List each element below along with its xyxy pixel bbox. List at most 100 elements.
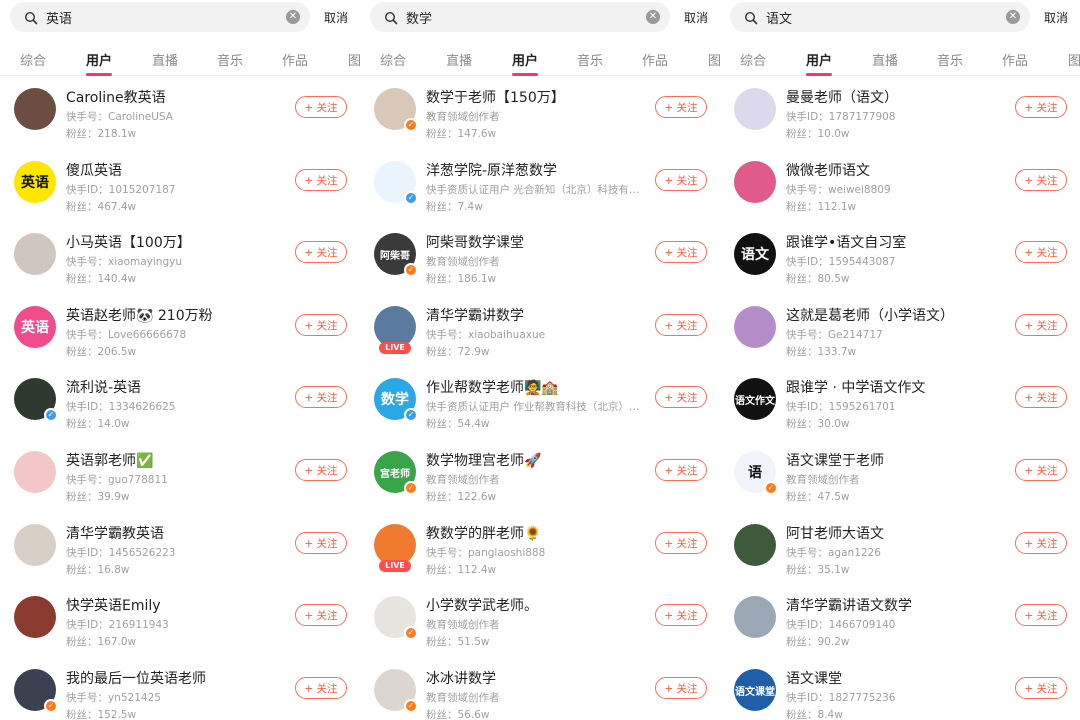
tab-4[interactable]: 音乐 xyxy=(217,50,243,69)
follow-button[interactable]: + 关注 xyxy=(655,532,707,554)
follow-button[interactable]: + 关注 xyxy=(295,459,347,481)
user-row[interactable]: 阿柴哥 ✓ 阿柴哥数学课堂 教育领域创作者 粉丝：186.1w + 关注 xyxy=(360,221,720,293)
tab-4[interactable]: 音乐 xyxy=(937,50,963,69)
avatar[interactable]: 语文 xyxy=(734,233,776,275)
user-name[interactable]: 清华学霸讲语文数学 xyxy=(786,595,912,615)
tab-1[interactable]: 综合 xyxy=(20,50,46,69)
user-name[interactable]: 英语郭老师✅ xyxy=(66,450,153,470)
user-name[interactable]: 小马英语【100万】 xyxy=(66,232,191,252)
follow-button[interactable]: + 关注 xyxy=(655,459,707,481)
user-row[interactable]: 微微老师语文 快手号：weiwei8809 粉丝：112.1w + 关注 xyxy=(720,149,1080,221)
user-row[interactable]: ✓ 我的最后一位英语老师 快手号：yn521425 粉丝：152.5w + 关注 xyxy=(0,657,360,720)
tab-5[interactable]: 作品 xyxy=(642,50,668,69)
user-name[interactable]: 语文课堂 xyxy=(786,668,842,688)
user-name[interactable]: 傻瓜英语 xyxy=(66,160,122,180)
avatar[interactable] xyxy=(14,88,56,130)
follow-button[interactable]: + 关注 xyxy=(655,677,707,699)
avatar[interactable] xyxy=(14,233,56,275)
cancel-button[interactable]: 取消 xyxy=(684,9,708,26)
user-row[interactable]: 小马英语【100万】 快手号：xiaomayingyu 粉丝：140.4w + 关注 xyxy=(0,221,360,293)
user-name[interactable]: 小学数学武老师。 xyxy=(426,595,538,615)
user-row[interactable]: 英语郭老师✅ 快手号：guo778811 粉丝：39.9w + 关注 xyxy=(0,439,360,511)
user-name[interactable]: 快学英语Emily xyxy=(66,595,161,615)
user-name[interactable]: 阿柴哥数学课堂 xyxy=(426,232,524,252)
follow-button[interactable]: + 关注 xyxy=(1015,386,1067,408)
user-row[interactable]: ✓ 小学数学武老师。 教育领域创作者 粉丝：51.5w + 关注 xyxy=(360,584,720,656)
cancel-button[interactable]: 取消 xyxy=(324,9,348,26)
user-name[interactable]: 这就是葛老师（小学语文） xyxy=(786,305,954,325)
avatar[interactable] xyxy=(14,451,56,493)
avatar[interactable]: 语文课堂 xyxy=(734,669,776,711)
avatar[interactable] xyxy=(734,88,776,130)
user-row[interactable]: ✓ 洋葱学院-原洋葱数学 快手资质认证用户 光合新知（北京）科技有… 粉丝：7.4w +… xyxy=(360,149,720,221)
follow-button[interactable]: + 关注 xyxy=(295,677,347,699)
user-name[interactable]: 洋葱学院-原洋葱数学 xyxy=(426,160,557,180)
tab-2[interactable]: 用户 xyxy=(86,50,112,69)
follow-button[interactable]: + 关注 xyxy=(655,241,707,263)
user-row[interactable]: 清华学霸教英语 快手ID：1456526223 粉丝：16.8w + 关注 xyxy=(0,512,360,584)
user-name[interactable]: 曼曼老师（语文） xyxy=(786,87,898,107)
follow-button[interactable]: + 关注 xyxy=(295,532,347,554)
user-name[interactable]: 跟谁学•语文自习室 xyxy=(786,232,906,252)
follow-button[interactable]: + 关注 xyxy=(295,241,347,263)
avatar[interactable] xyxy=(734,596,776,638)
tab-5[interactable]: 作品 xyxy=(282,50,308,69)
tab-1[interactable]: 综合 xyxy=(740,50,766,69)
search-bar[interactable]: 英语 ✕ xyxy=(10,2,310,32)
follow-button[interactable]: + 关注 xyxy=(295,386,347,408)
tab-4[interactable]: 音乐 xyxy=(577,50,603,69)
follow-button[interactable]: + 关注 xyxy=(295,314,347,336)
tab-3[interactable]: 用户 xyxy=(512,50,538,69)
user-name[interactable]: 数学物理宫老师🚀 xyxy=(426,450,541,470)
search-input[interactable]: 语文 xyxy=(766,8,1006,27)
follow-button[interactable]: + 关注 xyxy=(655,314,707,336)
follow-button[interactable]: + 关注 xyxy=(295,169,347,191)
search-input[interactable]: 数学 xyxy=(406,8,646,27)
follow-button[interactable]: + 关注 xyxy=(1015,532,1067,554)
follow-button[interactable]: + 关注 xyxy=(1015,604,1067,626)
avatar[interactable] xyxy=(734,161,776,203)
user-row[interactable]: Caroline教英语 快手号：CarolineUSA 粉丝：218.1w + 关注 xyxy=(0,76,360,148)
user-name[interactable]: 跟谁学 · 中学语文作文 xyxy=(786,377,925,397)
avatar[interactable]: 英语 xyxy=(14,161,56,203)
user-name[interactable]: Caroline教英语 xyxy=(66,87,166,107)
avatar[interactable] xyxy=(14,524,56,566)
user-name[interactable]: 清华学霸教英语 xyxy=(66,523,164,543)
follow-button[interactable]: + 关注 xyxy=(1015,96,1067,118)
tab-2[interactable]: 用户 xyxy=(806,50,832,69)
follow-button[interactable]: + 关注 xyxy=(1015,241,1067,263)
tab-1[interactable]: 综合 xyxy=(380,50,406,69)
follow-button[interactable]: + 关注 xyxy=(295,604,347,626)
user-name[interactable]: 清华学霸讲数学 xyxy=(426,305,524,325)
user-row[interactable]: 曼曼老师（语文） 快手ID：1787177908 粉丝：10.0w + 关注 xyxy=(720,76,1080,148)
follow-button[interactable]: + 关注 xyxy=(655,96,707,118)
follow-button[interactable]: + 关注 xyxy=(295,96,347,118)
follow-button[interactable]: + 关注 xyxy=(655,604,707,626)
user-row[interactable]: 这就是葛老师（小学语文） 快手号：Ge214717 粉丝：133.7w + 关注 xyxy=(720,294,1080,366)
user-name[interactable]: 微微老师语文 xyxy=(786,160,870,180)
user-row[interactable]: 语文 跟谁学•语文自习室 快手ID：1595443087 粉丝：80.5w + 关注 xyxy=(720,221,1080,293)
user-row[interactable]: 英语 英语赵老师🐼 210万粉 快手号：Love66666678 粉丝：206.5w +… xyxy=(0,294,360,366)
user-name[interactable]: 阿甘老师大语文 xyxy=(786,523,884,543)
user-row[interactable]: 语文课堂 语文课堂 快手ID：1827775236 粉丝：8.4w + 关注 xyxy=(720,657,1080,720)
user-row[interactable]: LIVE 教数学的胖老师🌻 快手号：panglaoshi888 粉丝：112.4w + … xyxy=(360,512,720,584)
search-bar[interactable]: 数学 ✕ xyxy=(370,2,670,32)
user-row[interactable]: 快学英语Emily 快手ID：216911943 粉丝：167.0w + 关注 xyxy=(0,584,360,656)
tab-6[interactable]: 图 xyxy=(348,50,360,69)
user-name[interactable]: 数学于老师【150万】 xyxy=(426,87,565,107)
search-input[interactable]: 英语 xyxy=(46,8,286,27)
user-row[interactable]: 清华学霸讲语文数学 快手ID：1466709140 粉丝：90.2w + 关注 xyxy=(720,584,1080,656)
user-name[interactable]: 作业帮数学老师🧑‍🏫🏫 xyxy=(426,377,559,397)
avatar[interactable]: 英语 xyxy=(14,306,56,348)
search-bar[interactable]: 语文 ✕ xyxy=(730,2,1030,32)
user-row[interactable]: 语文作文 跟谁学 · 中学语文作文 快手ID：1595261701 粉丝：30.0w +… xyxy=(720,366,1080,438)
user-row[interactable]: 阿甘老师大语文 快手号：agan1226 粉丝：35.1w + 关注 xyxy=(720,512,1080,584)
user-row[interactable]: 宫老师 ✓ 数学物理宫老师🚀 教育领域创作者 粉丝：122.6w + 关注 xyxy=(360,439,720,511)
user-row[interactable]: 语 ✓ 语文课堂于老师 教育领域创作者 粉丝：47.5w + 关注 xyxy=(720,439,1080,511)
user-name[interactable]: 英语赵老师🐼 210万粉 xyxy=(66,305,213,325)
follow-button[interactable]: + 关注 xyxy=(655,169,707,191)
user-row[interactable]: LIVE 清华学霸讲数学 快手号：xiaobaihuaxue 粉丝：72.9w + 关注 xyxy=(360,294,720,366)
user-name[interactable]: 我的最后一位英语老师 xyxy=(66,668,206,688)
tab-3[interactable]: 直播 xyxy=(872,50,898,69)
tab-6[interactable]: 图 xyxy=(1068,50,1080,69)
